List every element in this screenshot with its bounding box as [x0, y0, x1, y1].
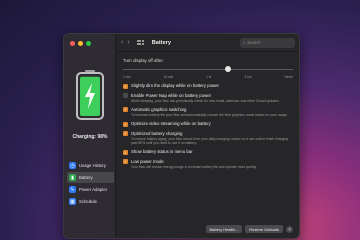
bolt-icon: ϟ: [69, 186, 76, 193]
option-dim-display[interactable]: ✓ Slightly dim the display while on batt…: [123, 83, 293, 89]
slider-thumb[interactable]: [225, 66, 232, 72]
checkbox[interactable]: ✓: [123, 159, 128, 164]
tick-label: 1 hr: [206, 75, 212, 79]
tick-label: 3 hrs: [244, 75, 252, 79]
option-power-nap[interactable]: Enable Power Nap while on battery power …: [123, 93, 293, 103]
option-description: To increase battery life your Mac will a…: [131, 112, 288, 117]
slider-ticks: 1 min 15 min 1 hr 3 hrs Never: [123, 75, 293, 79]
page-title: Battery: [151, 39, 171, 46]
checkbox[interactable]: ✓: [123, 121, 128, 127]
checkbox[interactable]: ✓: [123, 149, 128, 155]
show-all-grid-icon[interactable]: [136, 39, 144, 46]
option-label: Show battery status in menu bar: [131, 149, 193, 154]
sidebar-nav: ◷ Usage History ▮ Battery ϟ Power Adapte…: [67, 160, 114, 208]
sidebar-item-label: Usage History: [79, 163, 106, 168]
sidebar-item-label: Schedule: [79, 199, 97, 204]
main-pane: ‹ › Battery ⌕ Search Turn display off af…: [117, 34, 299, 238]
checkbox[interactable]: ✓: [123, 83, 128, 89]
option-description: Your Mac will reduce energy usage to inc…: [131, 164, 257, 169]
option-low-power-mode[interactable]: ✓ Low power mode Your Mac will reduce en…: [123, 159, 293, 169]
option-menu-bar-status[interactable]: ✓ Show battery status in menu bar: [123, 149, 293, 155]
zoom-button[interactable]: [86, 41, 91, 46]
restore-defaults-button[interactable]: Restore Defaults: [245, 225, 283, 233]
option-label: Automatic graphics switching: [131, 106, 187, 112]
options-list: ✓ Slightly dim the display while on batt…: [123, 83, 293, 169]
option-description: While sleeping, your Mac can periodicall…: [131, 98, 280, 103]
help-button[interactable]: ?: [286, 225, 293, 233]
search-field[interactable]: ⌕ Search: [240, 37, 295, 48]
option-label: Optimized battery charging: [131, 130, 183, 136]
tick-label: 15 min: [163, 75, 174, 79]
slider-track: [123, 69, 293, 70]
tick-label: Never: [284, 75, 293, 79]
option-label: Enable Power Nap while on battery power: [131, 92, 212, 98]
option-video-streaming[interactable]: ✓ Optimize video streaming while on batt…: [123, 121, 293, 127]
chevron-left-icon[interactable]: ‹: [121, 39, 123, 46]
sidebar-item-schedule[interactable]: ▦ Schedule: [67, 196, 114, 207]
search-icon: ⌕: [243, 40, 246, 45]
checkbox[interactable]: ✓: [123, 131, 128, 136]
checkbox[interactable]: ✓: [123, 107, 128, 113]
close-button[interactable]: [70, 41, 75, 46]
charging-status: Charging: 98%: [72, 134, 108, 140]
option-graphics-switching[interactable]: ✓ Automatic graphics switching To increa…: [123, 107, 293, 117]
chevron-right-icon[interactable]: ›: [127, 39, 129, 46]
minimize-button[interactable]: [78, 41, 83, 46]
display-off-label: Turn display off after:: [123, 58, 164, 63]
calendar-icon: ▦: [69, 198, 76, 205]
search-placeholder: Search: [247, 40, 261, 45]
battery-health-button[interactable]: Battery Health...: [205, 225, 243, 233]
clock-icon: ◷: [69, 162, 76, 169]
option-optimized-charging[interactable]: ✓ Optimized battery charging To reduce b…: [123, 131, 293, 146]
window-controls: [70, 41, 91, 46]
sidebar-item-label: Power Adapter: [79, 187, 108, 192]
battery-level-icon: [76, 70, 104, 120]
sidebar-item-power-adapter[interactable]: ϟ Power Adapter: [67, 184, 114, 195]
option-description: To reduce battery aging, your Mac learns…: [131, 136, 288, 145]
toolbar: ‹ › Battery ⌕ Search: [117, 34, 299, 52]
sidebar-item-battery[interactable]: ▮ Battery: [67, 172, 114, 183]
option-label: Slightly dim the display while on batter…: [131, 83, 219, 88]
battery-icon: ▮: [69, 174, 76, 181]
option-label: Low power mode: [131, 158, 164, 164]
footer-buttons: Battery Health... Restore Defaults ?: [205, 225, 293, 233]
sidebar: Charging: 98% ◷ Usage History ▮ Battery …: [64, 34, 116, 238]
preferences-window: Charging: 98% ◷ Usage History ▮ Battery …: [63, 33, 300, 239]
checkbox[interactable]: [123, 93, 128, 98]
sidebar-item-usage-history[interactable]: ◷ Usage History: [67, 160, 114, 171]
display-off-slider[interactable]: [123, 66, 293, 73]
sidebar-item-label: Battery: [79, 175, 93, 180]
option-label: Optimize video streaming while on batter…: [131, 121, 211, 126]
settings-content: Turn display off after: 1 min 15 min 1 h…: [117, 52, 299, 169]
tick-label: 1 min: [123, 75, 131, 79]
